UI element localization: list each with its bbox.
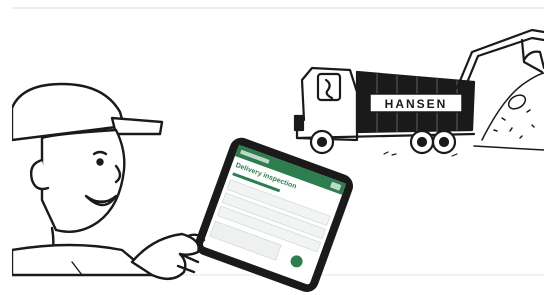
hard-hat-brim [110,116,164,136]
truck-cab [295,66,359,142]
excavator-boom-inner [462,36,544,92]
dirt-rock [507,94,527,110]
worker-face [40,128,126,233]
dump-truck [293,66,476,157]
dirt-ground-line [473,145,544,151]
illustration-canvas: HANSEN Delivery inspection [12,7,544,293]
worker-shoulders [12,243,154,277]
rear-wheel-2-hub [438,136,450,148]
excavator-bucket [522,50,544,70]
dirt-specks [493,109,535,139]
front-wheel-hub [316,136,328,148]
worker-character [12,82,164,277]
truck-brand-text: HANSEN [385,97,448,111]
dirt-pile-outline [481,72,544,141]
rear-wheel-1-hub [416,136,428,148]
tablet-device: Delivery inspection [195,137,354,293]
illustration-frame: HANSEN Delivery inspection [0,0,544,295]
truck-bumper [293,114,305,132]
worker-eye [96,158,104,166]
dirt-pile [473,72,544,151]
